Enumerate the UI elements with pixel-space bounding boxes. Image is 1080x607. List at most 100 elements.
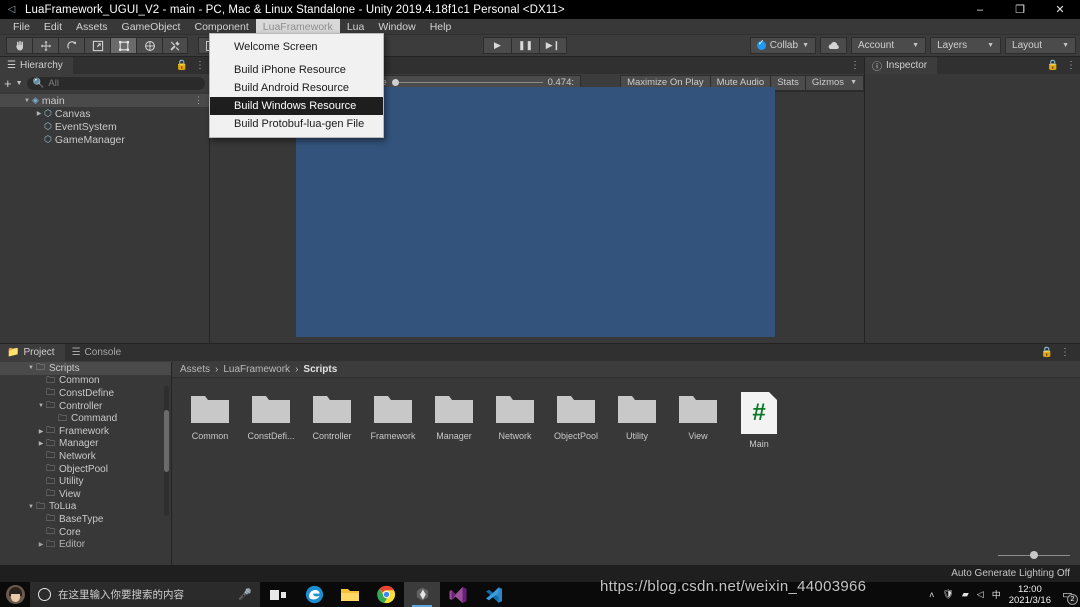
folder-tree-item-constdefine[interactable]: 🗀 ConstDefine xyxy=(0,387,171,400)
breadcrumb-item-luaframework[interactable]: LuaFramework xyxy=(223,364,290,375)
scale-slider-knob[interactable] xyxy=(392,79,399,86)
network-icon[interactable]: ▰ xyxy=(962,589,969,600)
menu-item-file[interactable]: File xyxy=(6,19,37,35)
task-view-icon[interactable] xyxy=(260,582,296,607)
tab-console[interactable]: ☰ Console xyxy=(65,344,132,361)
lock-icon[interactable]: 🔒 xyxy=(1047,60,1059,71)
asset-zoom-slider[interactable] xyxy=(998,550,1070,560)
chrome-icon[interactable] xyxy=(368,582,404,607)
folder-tree-item-core[interactable]: 🗀 Core xyxy=(0,526,171,539)
rect-tool-button[interactable] xyxy=(110,37,136,54)
folder-tree-scrollbar[interactable] xyxy=(164,386,169,516)
menu-option-welcome-screen[interactable]: Welcome Screen xyxy=(210,38,383,56)
transform-tool-button[interactable] xyxy=(136,37,162,54)
scale-tool-button[interactable] xyxy=(84,37,110,54)
visual-studio-code-icon[interactable] xyxy=(476,582,512,607)
pause-button[interactable]: ❚❚ xyxy=(511,37,539,54)
asset-item-network[interactable]: Network xyxy=(495,392,535,449)
account-button[interactable]: Account ▼ xyxy=(851,37,926,54)
collab-button[interactable]: Collab ▼ xyxy=(750,37,816,54)
security-icon[interactable]: 🛡 xyxy=(942,589,953,600)
asset-item-framework[interactable]: Framework xyxy=(373,392,413,449)
kebab-icon[interactable]: ⋮ xyxy=(1060,347,1070,358)
breadcrumb-item-assets[interactable]: Assets xyxy=(180,364,210,375)
folder-tree-item-editor[interactable]: ▶ 🗀 Editor xyxy=(0,538,171,551)
chevron-down-icon[interactable]: ▼ xyxy=(16,80,23,87)
folder-tree-item-command[interactable]: 🗀 Command xyxy=(0,412,171,425)
show-hidden-icons[interactable]: ˄ xyxy=(929,590,934,600)
lock-icon[interactable]: 🔒 xyxy=(1041,347,1053,358)
asset-item-objectpool[interactable]: ObjectPool xyxy=(556,392,596,449)
notification-center-icon[interactable]: ▭ 2 xyxy=(1059,586,1076,603)
menu-option-build-protobuf-lua-gen-file[interactable]: Build Protobuf-lua-gen File xyxy=(210,115,383,133)
layers-button[interactable]: Layers ▼ xyxy=(930,37,1001,54)
chevron-down-icon[interactable]: ▼ xyxy=(22,98,32,104)
hierarchy-search-input[interactable]: 🔍 All xyxy=(27,77,205,90)
menu-item-assets[interactable]: Assets xyxy=(69,19,115,35)
lock-icon[interactable]: 🔒 xyxy=(176,60,188,71)
hierarchy-item-canvas[interactable]: ▶ ⬡ Canvas xyxy=(0,107,209,120)
chevron-right-icon[interactable]: ▶ xyxy=(36,541,46,548)
chevron-down-icon[interactable]: ▼ xyxy=(36,403,46,409)
volume-icon[interactable]: ◁ xyxy=(977,589,984,600)
chevron-down-icon[interactable]: ▼ xyxy=(26,365,36,371)
folder-tree-item-view[interactable]: 🗀 View xyxy=(0,488,171,501)
hierarchy-item-gamemanager[interactable]: ⬡ GameManager xyxy=(0,133,209,146)
chevron-right-icon[interactable]: ▶ xyxy=(34,110,44,117)
hierarchy-item-eventsystem[interactable]: ⬡ EventSystem xyxy=(0,120,209,133)
tab-project[interactable]: 📁 Project xyxy=(0,344,65,361)
file-explorer-icon[interactable] xyxy=(332,582,368,607)
breadcrumb-item-scripts[interactable]: Scripts xyxy=(303,364,337,375)
maximize-button[interactable]: ❐ xyxy=(1000,0,1040,19)
hierarchy-item-main[interactable]: ▼ ◈ main ⋮ xyxy=(0,94,209,107)
layout-button[interactable]: Layout ▼ xyxy=(1005,37,1076,54)
close-button[interactable]: ✕ xyxy=(1040,0,1080,19)
asset-item-controller[interactable]: Controller xyxy=(312,392,352,449)
folder-tree-item-controller[interactable]: ▼ 🗀 Controller xyxy=(0,400,171,413)
menu-item-help[interactable]: Help xyxy=(423,19,459,35)
chevron-down-icon[interactable]: ▼ xyxy=(26,504,36,510)
play-button[interactable]: ▶ xyxy=(483,37,511,54)
folder-tree-item-manager[interactable]: ▶ 🗀 Manager xyxy=(0,438,171,451)
menu-item-edit[interactable]: Edit xyxy=(37,19,69,35)
folder-tree-item-objectpool[interactable]: 🗀 ObjectPool xyxy=(0,463,171,476)
taskbar-search-box[interactable]: 在这里输入你要搜索的内容 🎤 xyxy=(30,582,260,607)
move-tool-button[interactable] xyxy=(32,37,58,54)
chevron-right-icon[interactable]: ▶ xyxy=(36,428,46,435)
hierarchy-add-button[interactable]: + xyxy=(4,77,12,90)
asset-zoom-knob[interactable] xyxy=(1030,551,1038,559)
microphone-icon[interactable]: 🎤 xyxy=(238,588,252,601)
asset-zoom-track[interactable] xyxy=(998,555,1070,556)
edge-icon[interactable] xyxy=(296,582,332,607)
stats-toggle[interactable]: Stats xyxy=(770,75,805,91)
rotate-tool-button[interactable] xyxy=(58,37,84,54)
kebab-icon[interactable]: ⋮ xyxy=(195,60,205,71)
kebab-icon[interactable]: ⋮ xyxy=(194,95,203,106)
custom-tool-button[interactable] xyxy=(162,37,188,54)
start-button[interactable] xyxy=(0,585,30,604)
minimize-button[interactable]: – xyxy=(960,0,1000,19)
folder-tree-item-utility[interactable]: 🗀 Utility xyxy=(0,475,171,488)
scale-slider-track[interactable] xyxy=(392,82,543,83)
tab-inspector[interactable]: ⓘ Inspector xyxy=(865,57,937,74)
asset-item-constdefine[interactable]: ConstDefi... xyxy=(251,392,291,449)
hand-tool-button[interactable] xyxy=(6,37,32,54)
menu-option-build-android-resource[interactable]: Build Android Resource xyxy=(210,79,383,97)
chevron-right-icon[interactable]: ▶ xyxy=(36,440,46,447)
folder-tree-item-common[interactable]: 🗀 Common xyxy=(0,375,171,388)
gizmos-dropdown[interactable]: Gizmos ▼ xyxy=(805,75,864,91)
step-button[interactable]: ▶❙ xyxy=(539,37,567,54)
unity-icon[interactable] xyxy=(404,582,440,607)
asset-item-main[interactable]: # Main xyxy=(739,392,779,449)
menu-item-gameobject[interactable]: GameObject xyxy=(115,19,188,35)
menu-option-build-windows-resource[interactable]: Build Windows Resource xyxy=(210,97,383,115)
kebab-icon[interactable]: ⋮ xyxy=(1066,60,1076,71)
folder-tree-item-network[interactable]: 🗀 Network xyxy=(0,450,171,463)
cloud-button[interactable] xyxy=(820,37,847,54)
asset-item-view[interactable]: View xyxy=(678,392,718,449)
folder-tree-item-tolua[interactable]: ▼ 🗀 ToLua xyxy=(0,501,171,514)
kebab-icon[interactable]: ⋮ xyxy=(850,60,860,71)
folder-tree-item-framework[interactable]: ▶ 🗀 Framework xyxy=(0,425,171,438)
folder-tree-item-scripts[interactable]: ▼ 🗀 Scripts xyxy=(0,362,171,375)
asset-item-common[interactable]: Common xyxy=(190,392,230,449)
